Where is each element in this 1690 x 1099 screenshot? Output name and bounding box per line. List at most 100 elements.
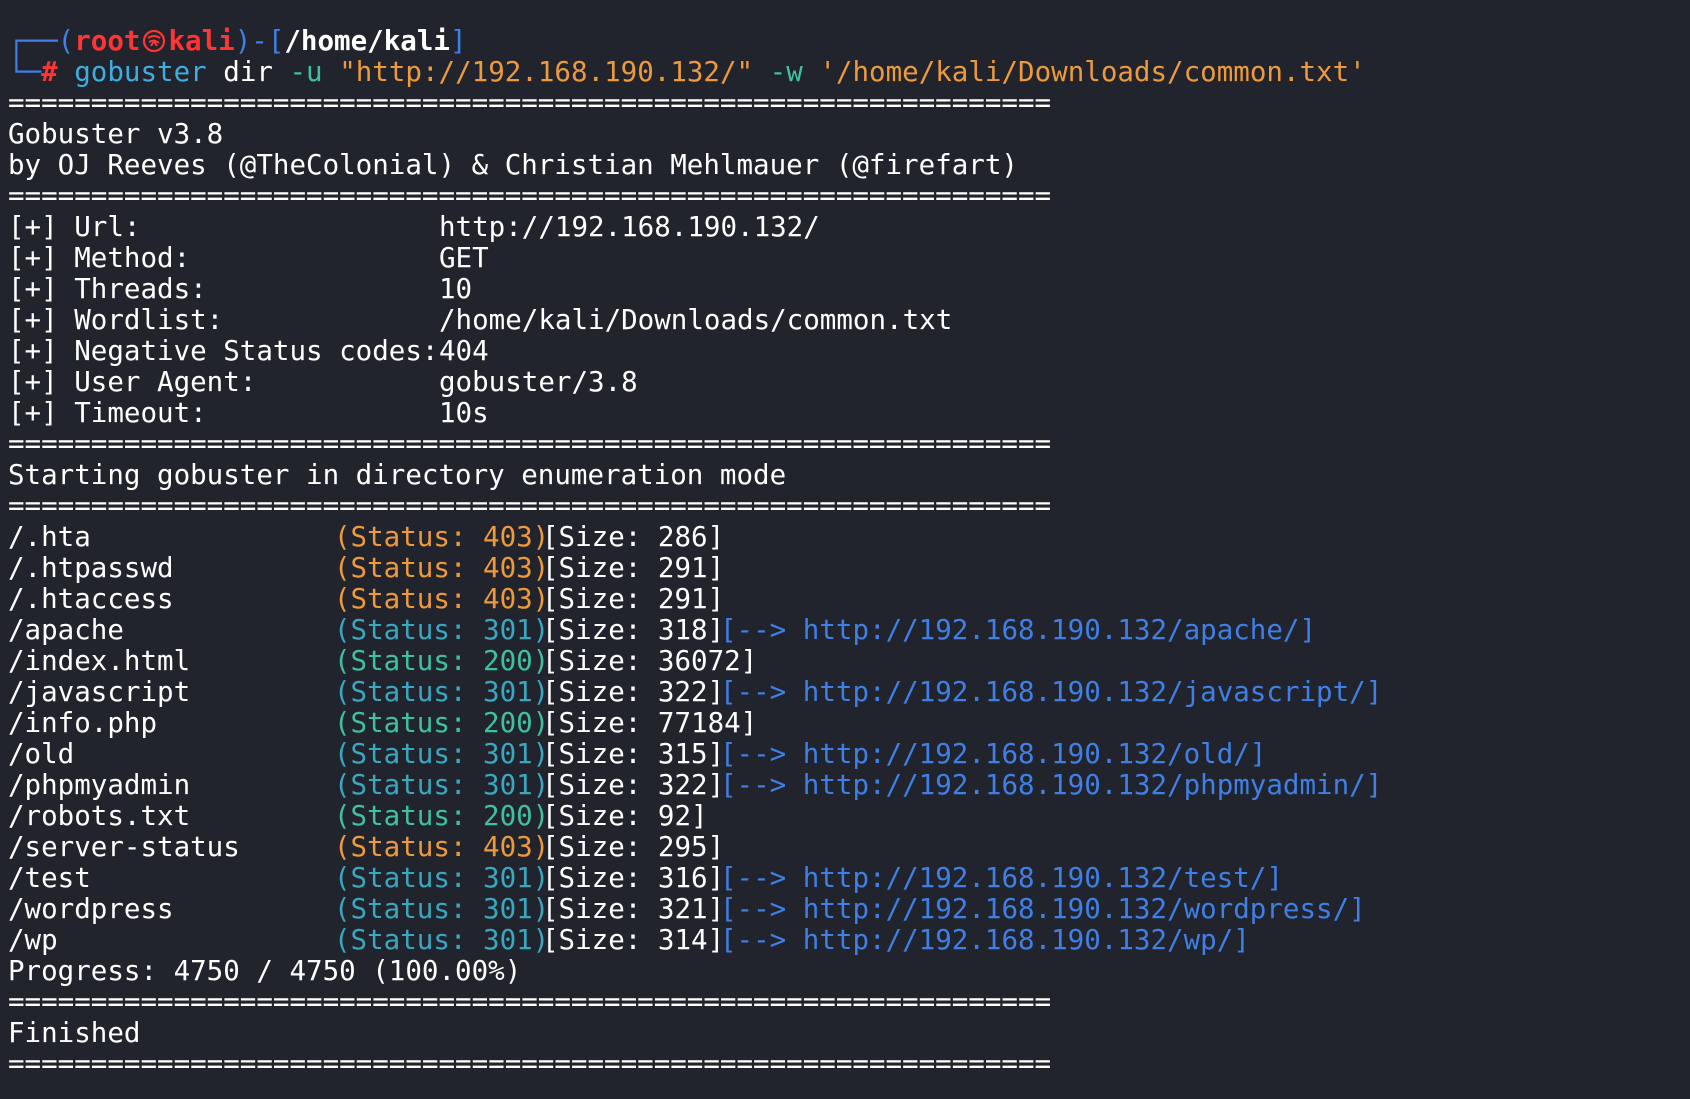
result-redirect-link[interactable]: [--> http://192.168.190.132/phpmyadmin/] xyxy=(720,770,1382,801)
prompt-open: ┌──( xyxy=(8,25,75,57)
result-path: /.htpasswd xyxy=(8,552,174,584)
result-size: [Size: 321] xyxy=(542,893,725,925)
separator-line: ========================================… xyxy=(8,87,1052,119)
result-row: /wp (Status: 301) [Size: 314] [--> http://1… xyxy=(8,925,1690,956)
kali-skull-icon xyxy=(143,29,166,53)
config-line-timeout: [+] Timeout: 10s xyxy=(8,398,1690,429)
separator-line: ========================================… xyxy=(8,986,1052,1018)
config-key: [+] Threads: xyxy=(8,273,207,305)
result-size: [Size: 316] xyxy=(542,862,725,894)
config-line-user-agent: [+] User Agent: gobuster/3.8 xyxy=(8,367,1690,398)
result-row: /info.php (Status: 200) [Size: 77184] xyxy=(8,708,1690,739)
config-key: [+] Negative Status codes: xyxy=(8,335,439,367)
prompt-path: /home/kali xyxy=(284,25,450,57)
prompt-user: root xyxy=(74,25,141,57)
result-status: (Status: 301) xyxy=(334,924,550,956)
result-path: /index.html xyxy=(8,645,191,677)
result-status: (Status: 301) xyxy=(334,738,550,770)
result-row: /phpmyadmin (Status: 301) [Size: 322] [--> … xyxy=(8,770,1690,801)
separator-line: ========================================… xyxy=(8,490,1052,522)
result-status: (Status: 301) xyxy=(334,862,550,894)
result-row: /robots.txt (Status: 200) [Size: 92] xyxy=(8,801,1690,832)
result-path: /info.php xyxy=(8,707,158,739)
config-value: GET xyxy=(439,242,489,274)
result-path: /wp xyxy=(8,924,58,956)
result-path: /apache xyxy=(8,614,124,646)
result-size: [Size: 291] xyxy=(542,552,725,584)
result-size: [Size: 92] xyxy=(542,800,708,832)
result-status: (Status: 403) xyxy=(334,583,550,615)
config-value: 10s xyxy=(439,397,489,429)
result-row: /test (Status: 301) [Size: 316] [--> http:/… xyxy=(8,863,1690,894)
progress-line: Progress: 4750 / 4750 (100.00%) xyxy=(8,955,522,987)
results-list: /.hta (Status: 403) [Size: 286]/.htpasswd(… xyxy=(8,522,1690,956)
separator-line: ========================================… xyxy=(8,1048,1052,1080)
config-line-threads: [+] Threads: 10 xyxy=(8,274,1690,305)
prompt-line: ┌──(root kali)-[/home/kali] xyxy=(8,26,1690,57)
result-row: /.htpasswd (Status: 403) [Size: 291] xyxy=(8,553,1690,584)
config-line-method: [+] Method: GET xyxy=(8,243,1690,274)
result-redirect-link[interactable]: [--> http://192.168.190.132/old/] xyxy=(720,739,1266,770)
terminal-output[interactable]: ┌──(root kali)-[/home/kali] └─# gobuster … xyxy=(8,26,1690,1080)
result-size: [Size: 322] xyxy=(542,676,725,708)
result-status: (Status: 301) xyxy=(334,676,550,708)
result-path: /server-status xyxy=(8,831,240,863)
result-path: /phpmyadmin xyxy=(8,769,191,801)
config-key: [+] Wordlist: xyxy=(8,304,224,336)
result-status: (Status: 200) xyxy=(334,800,550,832)
result-row: /.htaccess (Status: 403) [Size: 291] xyxy=(8,584,1690,615)
command-wordlist-arg: '/home/kali/Downloads/common.txt' xyxy=(819,56,1366,88)
result-size: [Size: 286] xyxy=(542,521,725,553)
result-redirect-link[interactable]: [--> http://192.168.190.132/test/] xyxy=(720,863,1283,894)
config-line-wordlist: [+] Wordlist: /home/kali/Downloads/common… xyxy=(8,305,1690,336)
result-row: /wordpress (Status: 301) [Size: 321] [--> h… xyxy=(8,894,1690,925)
prompt-host: kali xyxy=(168,25,235,57)
config-key: [+] Url: xyxy=(8,211,141,243)
config-key: [+] Timeout: xyxy=(8,397,207,429)
banner-version: Gobuster v3.8 xyxy=(8,118,224,150)
result-path: /javascript xyxy=(8,676,191,708)
result-path: /.hta xyxy=(8,521,91,553)
separator-line: ========================================… xyxy=(8,180,1052,212)
result-row: /.hta (Status: 403) [Size: 286] xyxy=(8,522,1690,553)
result-redirect-link[interactable]: [--> http://192.168.190.132/wp/] xyxy=(720,925,1250,956)
config-value: gobuster/3.8 xyxy=(439,366,638,398)
config-value: /home/kali/Downloads/common.txt xyxy=(439,304,953,336)
result-path: /test xyxy=(8,862,91,894)
result-row: /apache (Status: 301) [Size: 318] [--> http… xyxy=(8,615,1690,646)
result-redirect-link[interactable]: [--> http://192.168.190.132/javascript/] xyxy=(720,677,1382,708)
result-redirect-link[interactable]: [--> http://192.168.190.132/apache/] xyxy=(720,615,1316,646)
config-key: [+] Method: xyxy=(8,242,191,274)
command-subcommand: dir xyxy=(223,56,273,88)
command-url-arg: "http://192.168.190.132/" xyxy=(339,56,754,88)
start-message: Starting gobuster in directory enumerati… xyxy=(8,459,787,491)
config-value: 404 xyxy=(439,335,489,367)
result-redirect-link[interactable]: [--> http://192.168.190.132/wordpress/] xyxy=(720,894,1366,925)
result-row: /old (Status: 301) [Size: 315] [--> http://… xyxy=(8,739,1690,770)
result-size: [Size: 322] xyxy=(542,769,725,801)
result-status: (Status: 403) xyxy=(334,552,550,584)
result-row: /server-status (Status: 403) [Size: 295] xyxy=(8,832,1690,863)
separator-line: ========================================… xyxy=(8,428,1052,460)
config-line-url: [+] Url: http://192.168.190.132/ xyxy=(8,212,1690,243)
config-line-negative-status: [+] Negative Status codes: 404 xyxy=(8,336,1690,367)
result-size: [Size: 36072] xyxy=(542,645,758,677)
result-status: (Status: 200) xyxy=(334,707,550,739)
config-value: 10 xyxy=(439,273,473,305)
result-size: [Size: 315] xyxy=(542,738,725,770)
result-path: /old xyxy=(8,738,75,770)
finished-message: Finished xyxy=(8,1017,141,1049)
result-status: (Status: 301) xyxy=(334,893,550,925)
result-size: [Size: 295] xyxy=(542,831,725,863)
result-size: [Size: 77184] xyxy=(542,707,758,739)
result-status: (Status: 403) xyxy=(334,521,550,553)
prompt-hash: # xyxy=(41,56,58,88)
config-value: http://192.168.190.132/ xyxy=(439,211,820,243)
command-flag-w: -w xyxy=(769,56,803,88)
result-status: (Status: 200) xyxy=(334,645,550,677)
result-status: (Status: 301) xyxy=(334,614,550,646)
result-path: /robots.txt xyxy=(8,800,191,832)
command-line: └─# gobuster dir -u "http://192.168.190.… xyxy=(8,57,1690,88)
prompt-close: ] xyxy=(449,25,467,57)
result-path: /.htaccess xyxy=(8,583,174,615)
